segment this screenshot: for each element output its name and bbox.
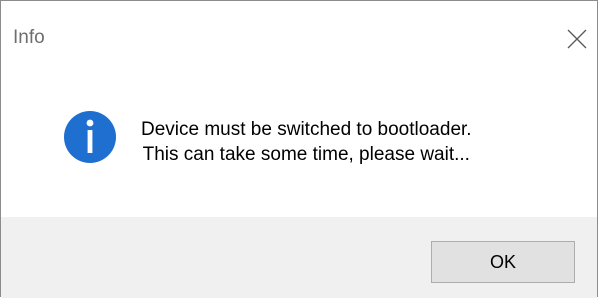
button-bar: OK bbox=[1, 217, 597, 298]
close-icon bbox=[567, 29, 587, 49]
window-title: Info bbox=[13, 27, 45, 48]
title-bar: Info bbox=[1, 1, 597, 67]
message-line-1: Device must be switched to bootloader. bbox=[141, 119, 472, 140]
dialog-content: Device must be switched to bootloader. T… bbox=[1, 67, 597, 217]
message-text: Device must be switched to bootloader. T… bbox=[141, 117, 472, 167]
info-dialog: Info Device must be switched to bootload… bbox=[0, 0, 598, 298]
ok-button[interactable]: OK bbox=[431, 241, 575, 283]
info-icon bbox=[63, 110, 117, 164]
close-button[interactable] bbox=[561, 23, 593, 55]
message-line-2: This can take some time, please wait... bbox=[142, 144, 470, 165]
